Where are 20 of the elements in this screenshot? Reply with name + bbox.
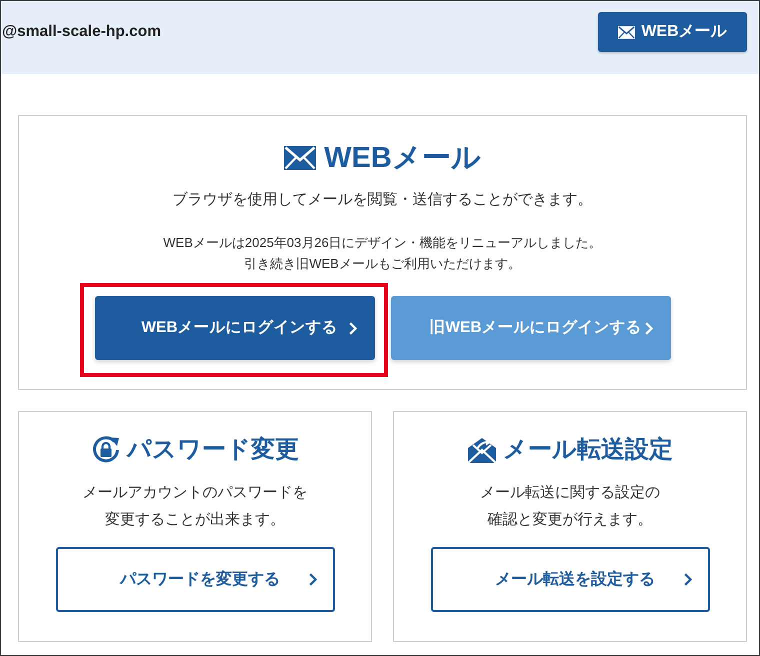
card-description: メールアカウントのパスワードを 変更することが出来ます。: [82, 483, 308, 530]
account-address: @small-scale-hp.com: [2, 22, 161, 42]
renewal-notice: WEBメールは2025年03月26日にデザイン・機能をリニューアルしました。 引き続き旧WEBメールもご利用いただけます。: [162, 234, 603, 273]
lock-refresh-icon: [91, 435, 121, 465]
chevron-right-icon: [348, 322, 356, 334]
change-password-button[interactable]: パスワードを変更する: [56, 547, 334, 612]
chevron-right-icon: [308, 573, 316, 586]
mail-forward-icon: [467, 436, 497, 464]
chevron-right-icon: [684, 573, 692, 586]
forwarding-settings-button[interactable]: メール転送を設定する: [430, 547, 710, 612]
card-description: メール転送に関する設定の 確認と変更が行えます。: [479, 483, 661, 530]
panel-title: WEBメール: [324, 141, 481, 176]
card-title: パスワード変更: [127, 435, 299, 465]
panel-description: ブラウザを使用してメールを閲覧・送信することができます。: [172, 190, 594, 210]
envelope-icon: [284, 146, 316, 170]
chevron-right-icon: [644, 322, 652, 334]
envelope-icon: [618, 26, 636, 38]
card-title: メール転送設定: [503, 435, 673, 465]
login-button[interactable]: WEBメールにログインする: [94, 296, 374, 360]
webmail-button[interactable]: WEBメール: [598, 12, 747, 52]
